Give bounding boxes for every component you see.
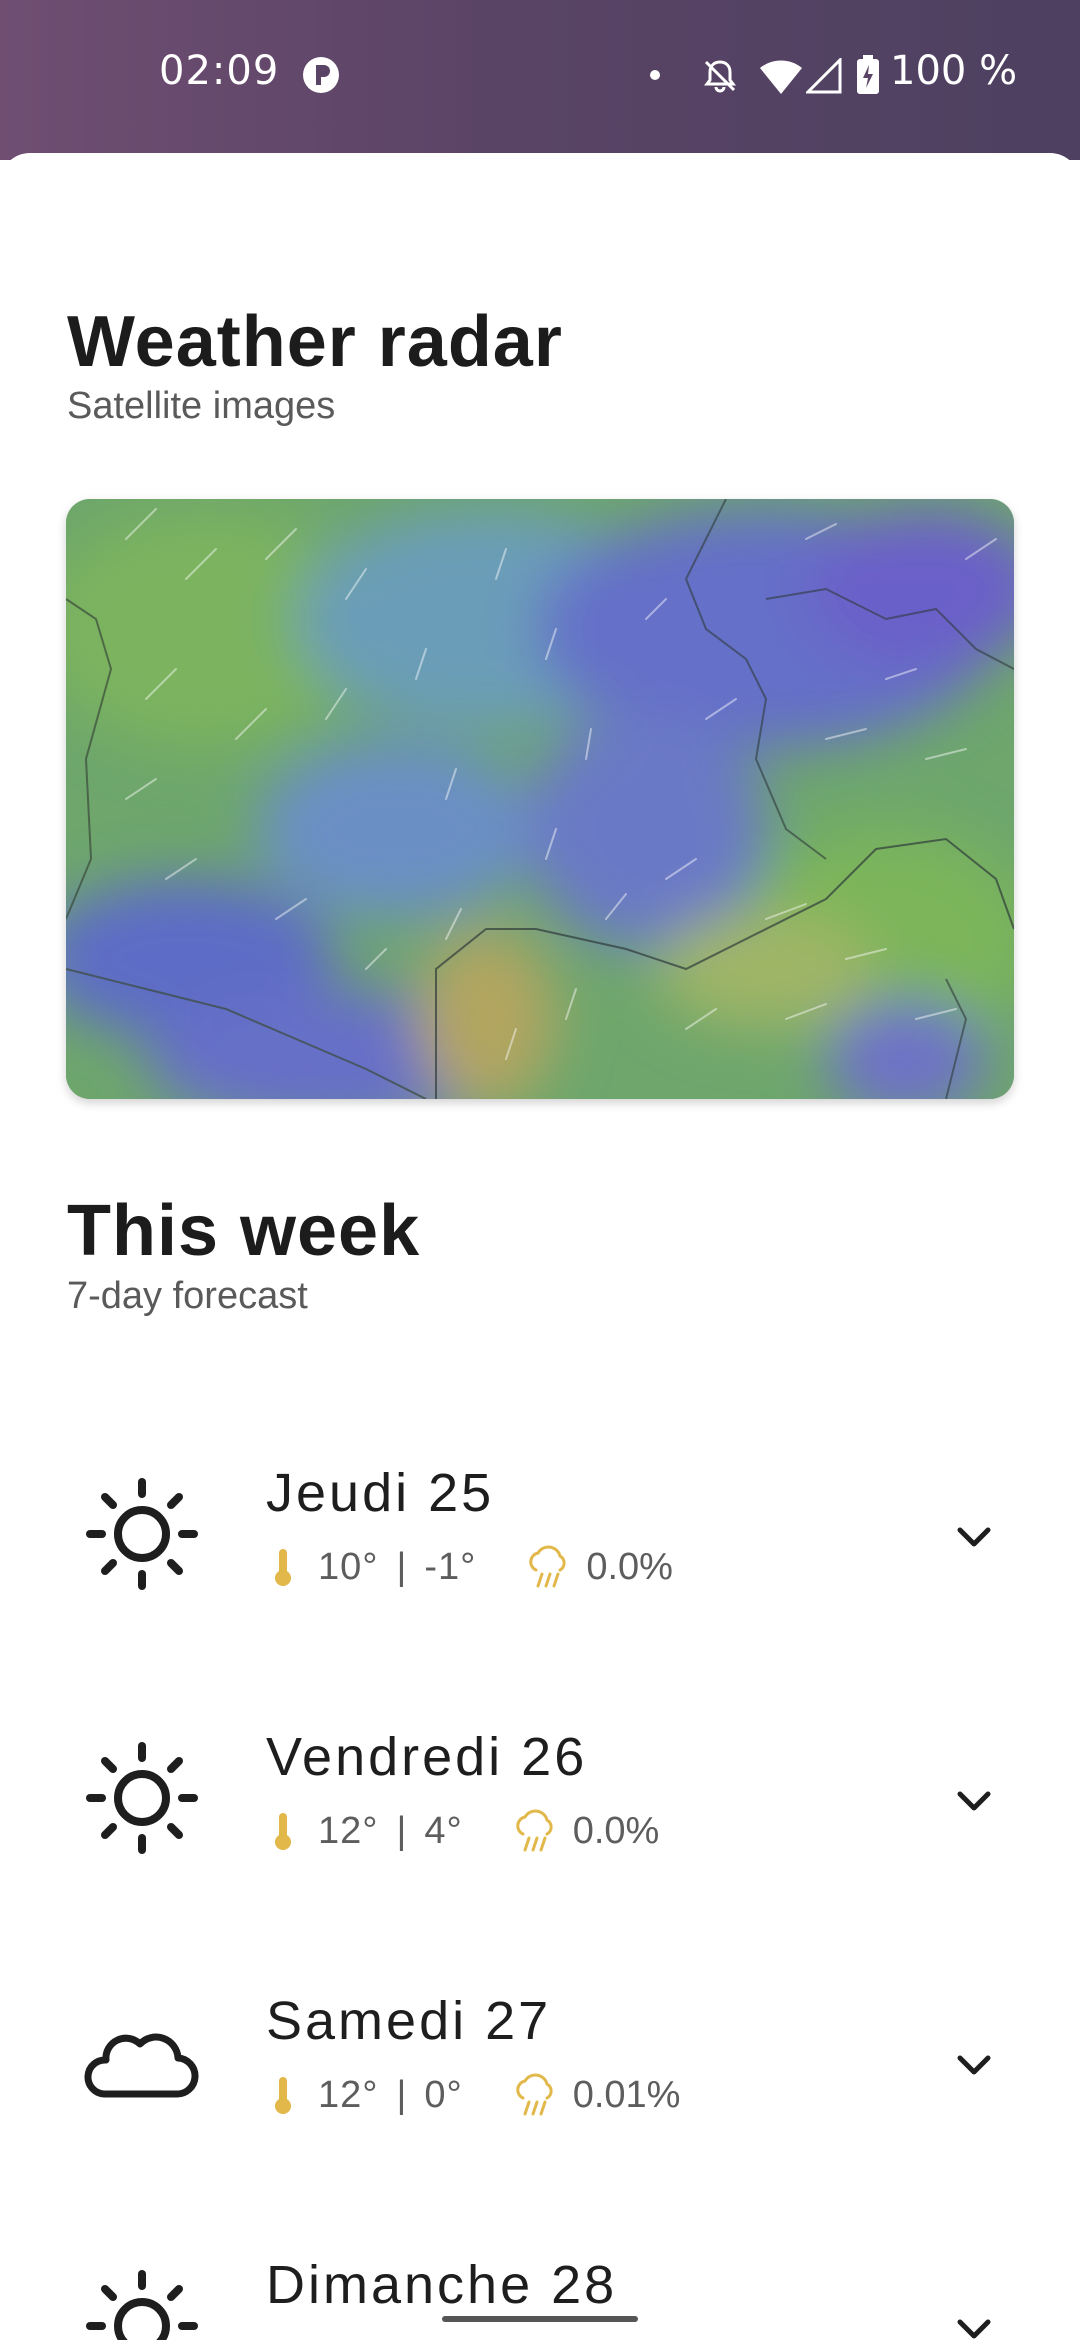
thermometer-icon [275, 2077, 291, 2114]
rain-cloud-icon [516, 1809, 553, 1852]
weather-radar-map[interactable] [66, 499, 1014, 1099]
notification-dot-icon [650, 70, 660, 80]
temp-separator: | [396, 1545, 407, 1588]
battery-charging-icon [857, 55, 879, 94]
temp-low: 0° [424, 2073, 463, 2116]
sun-icon [86, 1478, 198, 1590]
radar-map-image [66, 499, 1014, 1099]
app-notification-icon [303, 57, 339, 93]
temp-high: 12° [318, 2073, 379, 2116]
cloud-icon [84, 2033, 199, 2098]
temp-high: 12° [318, 1809, 379, 1852]
day-meta: 12° | 4° 0.0% [272, 1808, 659, 1854]
chevron-down-icon[interactable] [950, 2306, 998, 2340]
forecast-day-row[interactable]: Samedi 27 12° | 0° 0.01% [0, 1976, 1080, 2176]
chevron-down-icon[interactable] [950, 2042, 998, 2090]
week-section-title: This week [67, 1191, 421, 1271]
forecast-day-row[interactable]: Vendredi 26 12° | 4° 0.0% [0, 1712, 1080, 1912]
day-meta: 10° | -1° 0.0% [272, 1544, 673, 1590]
sun-icon [86, 1742, 198, 1854]
home-indicator[interactable] [442, 2316, 638, 2322]
temp-separator: | [396, 1809, 407, 1852]
temp-separator: | [396, 2073, 407, 2116]
forecast-day-row[interactable]: Jeudi 25 10° | -1° 0.0% [0, 1448, 1080, 1648]
week-section-subtitle: 7-day forecast [67, 1275, 308, 1317]
forecast-day-row[interactable]: Dimanche 28 [0, 2240, 1080, 2340]
status-bar: 02:09 100 % [0, 0, 1080, 160]
day-name: Jeudi 25 [266, 1463, 495, 1523]
day-name: Vendredi 26 [266, 1727, 588, 1787]
temp-low: -1° [424, 1545, 477, 1588]
chevron-down-icon[interactable] [950, 1778, 998, 1826]
chevron-down-icon[interactable] [950, 1514, 998, 1562]
sun-icon [86, 2270, 198, 2340]
thermometer-icon [275, 1813, 291, 1850]
day-meta: 12° | 0° 0.01% [272, 2072, 680, 2118]
radar-section-subtitle: Satellite images [67, 385, 336, 427]
day-name: Dimanche 28 [266, 2255, 618, 2315]
signal-icon [806, 58, 842, 94]
day-name: Samedi 27 [266, 1991, 552, 2051]
rain-probability: 0.01% [572, 2073, 681, 2116]
radar-section-title: Weather radar [67, 302, 563, 382]
temp-low: 4° [424, 1809, 463, 1852]
wifi-icon [760, 60, 802, 94]
main-sheet: Weather radar Satellite images This week… [0, 153, 1080, 2340]
thermometer-icon [275, 1549, 291, 1586]
rain-cloud-icon [529, 1545, 566, 1588]
rain-probability: 0.0% [572, 1809, 660, 1852]
rain-cloud-icon [516, 2073, 553, 2116]
rain-probability: 0.0% [586, 1545, 673, 1588]
status-time: 02:09 [159, 48, 280, 94]
battery-percentage: 100 % [890, 48, 1018, 94]
temp-high: 10° [318, 1545, 379, 1588]
bell-off-icon [704, 60, 736, 93]
